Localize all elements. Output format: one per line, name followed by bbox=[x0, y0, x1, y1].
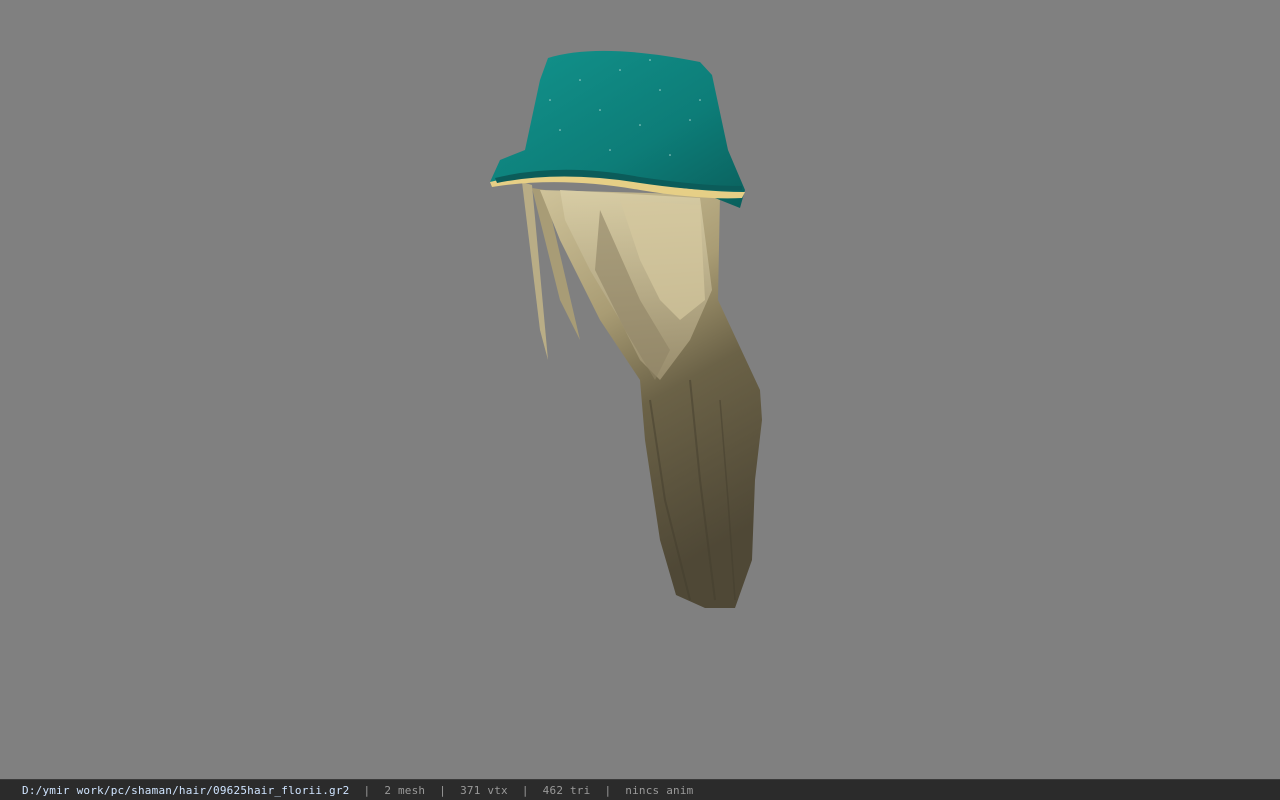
model-render bbox=[490, 50, 762, 608]
separator: | bbox=[521, 783, 529, 797]
triangle-count: 462 tri bbox=[542, 783, 591, 797]
separator: | bbox=[363, 783, 371, 797]
vertex-count: 371 vtx bbox=[460, 783, 508, 797]
anim-status: nincs anim bbox=[625, 783, 694, 797]
file-path: D:/ymir work/pc/shaman/hair/09625hair_fl… bbox=[22, 783, 350, 797]
separator: | bbox=[439, 783, 447, 797]
status-bar: D:/ymir work/pc/shaman/hair/09625hair_fl… bbox=[0, 779, 1280, 800]
3d-viewport[interactable] bbox=[0, 0, 1280, 779]
separator: | bbox=[604, 783, 612, 797]
mesh-count: 2 mesh bbox=[384, 783, 426, 797]
hair-main bbox=[540, 190, 762, 608]
